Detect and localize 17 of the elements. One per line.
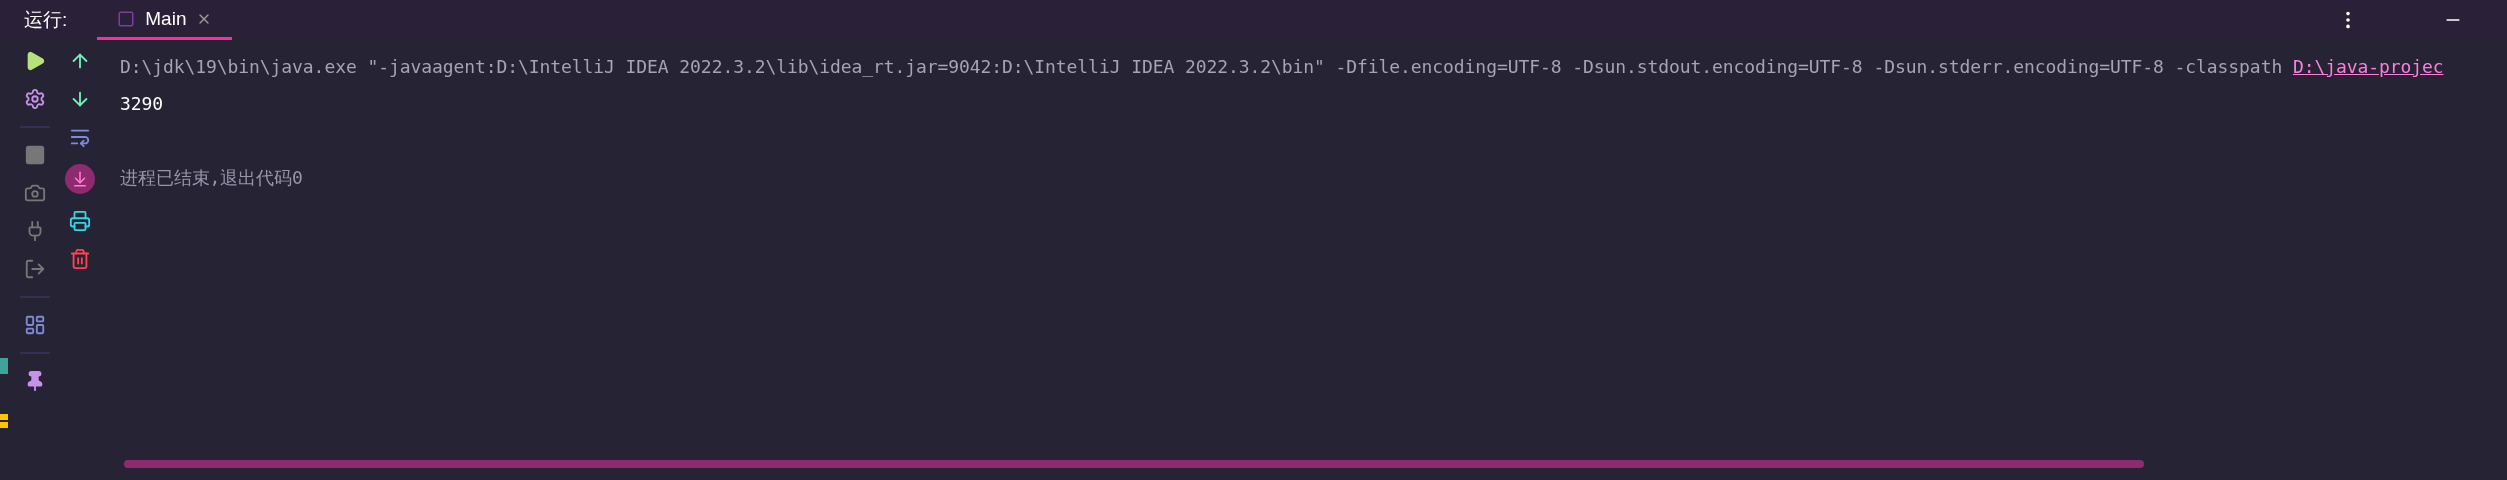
scroll-down-icon xyxy=(71,170,89,188)
trash-icon[interactable] xyxy=(69,248,91,270)
console-line: 进程已结束,退出代码0 xyxy=(120,167,303,188)
stop-icon[interactable] xyxy=(24,144,46,166)
panel-title: 运行: xyxy=(24,8,68,32)
layout-icon[interactable] xyxy=(24,314,46,336)
window-icon xyxy=(117,9,136,28)
classpath-link[interactable]: D:\java-projec xyxy=(2292,56,2444,77)
scroll-to-end-button[interactable] xyxy=(65,164,95,194)
scrollbar[interactable] xyxy=(124,460,2144,468)
print-icon[interactable] xyxy=(69,210,91,232)
console-line: D:\jdk\19\bin\java.exe "-javaagent:D:\IntelliJ IDEA 2022.3.2\lib\idea_rt.jar=9042:D:\IntelliJ IDEA 2022.3.2\bin" -Dfile.encoding=UTF-8 -Dsun.stdout.encoding=UTF-8 -Dsun.stderr.encoding=UTF-8 -classpath xyxy=(120,56,2284,77)
run-tab[interactable]: Main xyxy=(97,0,233,40)
exit-icon[interactable] xyxy=(24,258,46,280)
console-line: 3290 xyxy=(120,93,164,114)
settings-icon[interactable] xyxy=(24,88,46,110)
camera-icon[interactable] xyxy=(24,182,46,204)
